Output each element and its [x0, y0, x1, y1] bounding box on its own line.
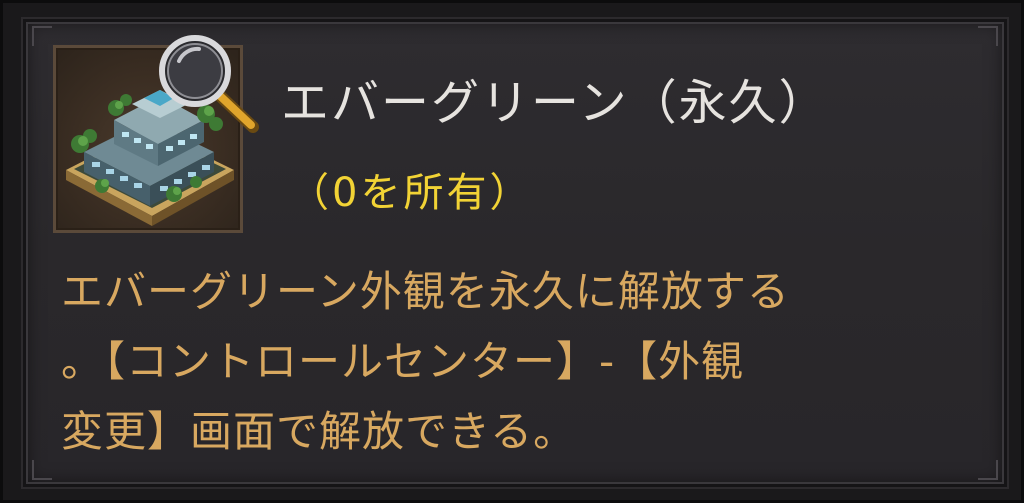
description-line: 変更】画面で解放できる。: [61, 407, 577, 456]
owned-count: （0を所有）: [289, 170, 533, 216]
description-line: エバーグリーン外観を永久に解放する: [61, 267, 790, 316]
panel-corner-decoration: [32, 26, 52, 46]
panel-corner-decoration: [978, 460, 998, 480]
item-title: エバーグリーン（永久）: [281, 75, 829, 131]
tooltip-frame: エバーグリーン（永久） （0を所有） エバーグリーン外観を永久に解放する 。【コ…: [0, 0, 1024, 503]
panel-corner-decoration: [32, 460, 52, 480]
item-description: エバーグリーン外観を永久に解放する 。【コントロールセンター】-【外観 変更】画…: [61, 257, 981, 467]
magnifier-icon[interactable]: [155, 31, 260, 136]
description-line: 。【コントロールセンター】-【外観: [61, 337, 745, 386]
panel-corner-decoration: [978, 26, 998, 46]
